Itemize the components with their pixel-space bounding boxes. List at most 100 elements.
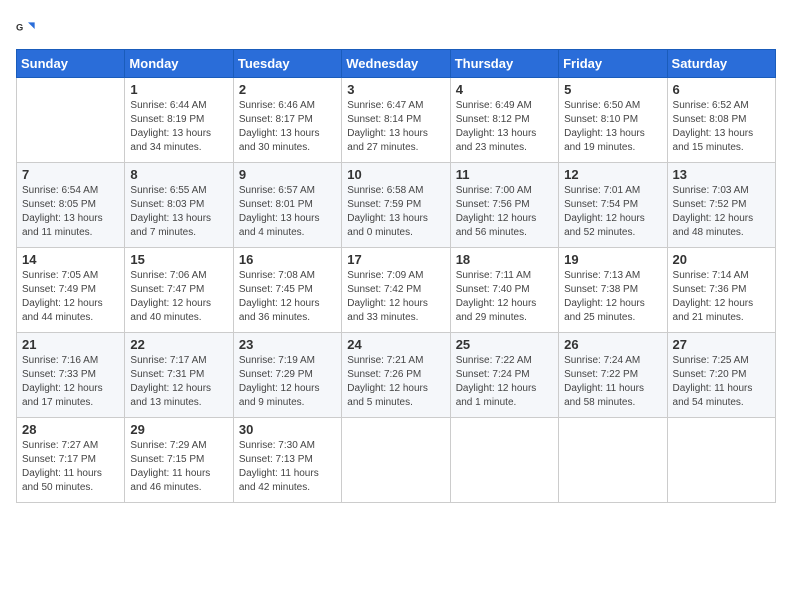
day-number: 3 [347,82,444,97]
calendar-cell: 26 Sunrise: 7:24 AM Sunset: 7:22 PM Dayli… [559,333,667,418]
day-number: 21 [22,337,119,352]
calendar-cell: 12Sunrise: 7:01 AM Sunset: 7:54 PM Dayli… [559,163,667,248]
calendar-body: 1 Sunrise: 6:44 AM Sunset: 8:19 PM Daylig… [17,78,776,503]
header-wednesday: Wednesday [342,50,450,78]
cell-content: Sunrise: 7:19 AM Sunset: 7:29 PM Dayligh… [239,354,336,410]
day-number: 30 [239,422,336,437]
calendar-cell [559,418,667,503]
cell-content: Sunrise: 7:09 AM Sunset: 7:42 PM Dayligh… [347,269,444,325]
calendar-cell: 7 Sunrise: 6:54 AM Sunset: 8:05 PM Daylig… [17,163,125,248]
week-row-3: 14 Sunrise: 7:05 AM Sunset: 7:49 PM Dayli… [17,248,776,333]
cell-content: Sunrise: 6:49 AM Sunset: 8:12 PM Dayligh… [456,99,553,155]
calendar-cell: 30 Sunrise: 7:30 AM Sunset: 7:13 PM Dayli… [233,418,341,503]
day-number: 6 [673,82,770,97]
day-number: 7 [22,167,119,182]
calendar-cell: 25 Sunrise: 7:22 AM Sunset: 7:24 PM Dayli… [450,333,558,418]
calendar-cell: 18 Sunrise: 7:11 AM Sunset: 7:40 PM Dayli… [450,248,558,333]
cell-content: Sunrise: 7:06 AM Sunset: 7:47 PM Dayligh… [130,269,227,325]
calendar-cell: 13 Sunrise: 7:03 AM Sunset: 7:52 PM Dayli… [667,163,775,248]
day-number: 9 [239,167,336,182]
day-number: 15 [130,252,227,267]
cell-content: Sunrise: 7:11 AM Sunset: 7:40 PM Dayligh… [456,269,553,325]
calendar-cell: 27 Sunrise: 7:25 AM Sunset: 7:20 PM Dayli… [667,333,775,418]
calendar-cell: 9 Sunrise: 6:57 AM Sunset: 8:01 PM Daylig… [233,163,341,248]
week-row-2: 7 Sunrise: 6:54 AM Sunset: 8:05 PM Daylig… [17,163,776,248]
day-number: 20 [673,252,770,267]
calendar-cell: 28 Sunrise: 7:27 AM Sunset: 7:17 PM Dayli… [17,418,125,503]
calendar-cell [450,418,558,503]
header-thursday: Thursday [450,50,558,78]
cell-content: Sunrise: 6:55 AM Sunset: 8:03 PM Dayligh… [130,184,227,240]
calendar-cell: 21 Sunrise: 7:16 AM Sunset: 7:33 PM Dayli… [17,333,125,418]
calendar-cell: 14 Sunrise: 7:05 AM Sunset: 7:49 PM Dayli… [17,248,125,333]
calendar-cell: 15 Sunrise: 7:06 AM Sunset: 7:47 PM Dayli… [125,248,233,333]
cell-content: Sunrise: 6:54 AM Sunset: 8:05 PM Dayligh… [22,184,119,240]
cell-content: Sunrise: 7:13 AM Sunset: 7:38 PM Dayligh… [564,269,661,325]
calendar-cell: 8 Sunrise: 6:55 AM Sunset: 8:03 PM Daylig… [125,163,233,248]
calendar-cell: 23 Sunrise: 7:19 AM Sunset: 7:29 PM Dayli… [233,333,341,418]
day-number: 11 [456,167,553,182]
cell-content: Sunrise: 7:03 AM Sunset: 7:52 PM Dayligh… [673,184,770,240]
cell-content: Sunrise: 7:16 AM Sunset: 7:33 PM Dayligh… [22,354,119,410]
day-number: 26 [564,337,661,352]
cell-content: Sunrise: 6:50 AM Sunset: 8:10 PM Dayligh… [564,99,661,155]
logo: G [16,16,40,37]
day-number: 10 [347,167,444,182]
cell-content: Sunrise: 7:30 AM Sunset: 7:13 PM Dayligh… [239,439,336,495]
header-tuesday: Tuesday [233,50,341,78]
calendar-cell: 1 Sunrise: 6:44 AM Sunset: 8:19 PM Daylig… [125,78,233,163]
cell-content: Sunrise: 7:14 AM Sunset: 7:36 PM Dayligh… [673,269,770,325]
header-monday: Monday [125,50,233,78]
cell-content: Sunrise: 7:27 AM Sunset: 7:17 PM Dayligh… [22,439,119,495]
cell-content: Sunrise: 7:21 AM Sunset: 7:26 PM Dayligh… [347,354,444,410]
calendar-cell: 22 Sunrise: 7:17 AM Sunset: 7:31 PM Dayli… [125,333,233,418]
day-number: 1 [130,82,227,97]
day-number: 18 [456,252,553,267]
calendar-cell [17,78,125,163]
calendar-cell: 3 Sunrise: 6:47 AM Sunset: 8:14 PM Daylig… [342,78,450,163]
day-number: 25 [456,337,553,352]
calendar-cell: 4 Sunrise: 6:49 AM Sunset: 8:12 PM Daylig… [450,78,558,163]
day-number: 13 [673,167,770,182]
cell-content: Sunrise: 7:25 AM Sunset: 7:20 PM Dayligh… [673,354,770,410]
cell-content: Sunrise: 6:44 AM Sunset: 8:19 PM Dayligh… [130,99,227,155]
cell-content: Sunrise: 6:57 AM Sunset: 8:01 PM Dayligh… [239,184,336,240]
day-number: 2 [239,82,336,97]
cell-content: Sunrise: 7:05 AM Sunset: 7:49 PM Dayligh… [22,269,119,325]
cell-content: Sunrise: 6:52 AM Sunset: 8:08 PM Dayligh… [673,99,770,155]
cell-content: Sunrise: 7:22 AM Sunset: 7:24 PM Dayligh… [456,354,553,410]
cell-content: Sunrise: 7:00 AM Sunset: 7:56 PM Dayligh… [456,184,553,240]
logo-icon: G [16,17,36,37]
cell-content: Sunrise: 7:24 AM Sunset: 7:22 PM Dayligh… [564,354,661,410]
calendar-cell: 2 Sunrise: 6:46 AM Sunset: 8:17 PM Daylig… [233,78,341,163]
calendar-cell: 16 Sunrise: 7:08 AM Sunset: 7:45 PM Dayli… [233,248,341,333]
calendar-cell: 6 Sunrise: 6:52 AM Sunset: 8:08 PM Daylig… [667,78,775,163]
calendar-cell [667,418,775,503]
header-saturday: Saturday [667,50,775,78]
week-row-4: 21 Sunrise: 7:16 AM Sunset: 7:33 PM Dayli… [17,333,776,418]
calendar-cell: 11 Sunrise: 7:00 AM Sunset: 7:56 PM Dayli… [450,163,558,248]
calendar-table: SundayMondayTuesdayWednesdayThursdayFrid… [16,49,776,503]
day-number: 4 [456,82,553,97]
calendar-cell: 19Sunrise: 7:13 AM Sunset: 7:38 PM Dayli… [559,248,667,333]
header-row: SundayMondayTuesdayWednesdayThursdayFrid… [17,50,776,78]
cell-content: Sunrise: 6:46 AM Sunset: 8:17 PM Dayligh… [239,99,336,155]
day-number: 8 [130,167,227,182]
day-number: 14 [22,252,119,267]
cell-content: Sunrise: 7:29 AM Sunset: 7:15 PM Dayligh… [130,439,227,495]
day-number: 12 [564,167,661,182]
day-number: 23 [239,337,336,352]
day-number: 27 [673,337,770,352]
day-number: 16 [239,252,336,267]
week-row-5: 28 Sunrise: 7:27 AM Sunset: 7:17 PM Dayli… [17,418,776,503]
svg-text:G: G [16,22,23,32]
cell-content: Sunrise: 7:17 AM Sunset: 7:31 PM Dayligh… [130,354,227,410]
calendar-cell: 17 Sunrise: 7:09 AM Sunset: 7:42 PM Dayli… [342,248,450,333]
cell-content: Sunrise: 6:47 AM Sunset: 8:14 PM Dayligh… [347,99,444,155]
day-number: 22 [130,337,227,352]
header-friday: Friday [559,50,667,78]
day-number: 28 [22,422,119,437]
day-number: 17 [347,252,444,267]
calendar-cell: 24Sunrise: 7:21 AM Sunset: 7:26 PM Dayli… [342,333,450,418]
cell-content: Sunrise: 7:08 AM Sunset: 7:45 PM Dayligh… [239,269,336,325]
